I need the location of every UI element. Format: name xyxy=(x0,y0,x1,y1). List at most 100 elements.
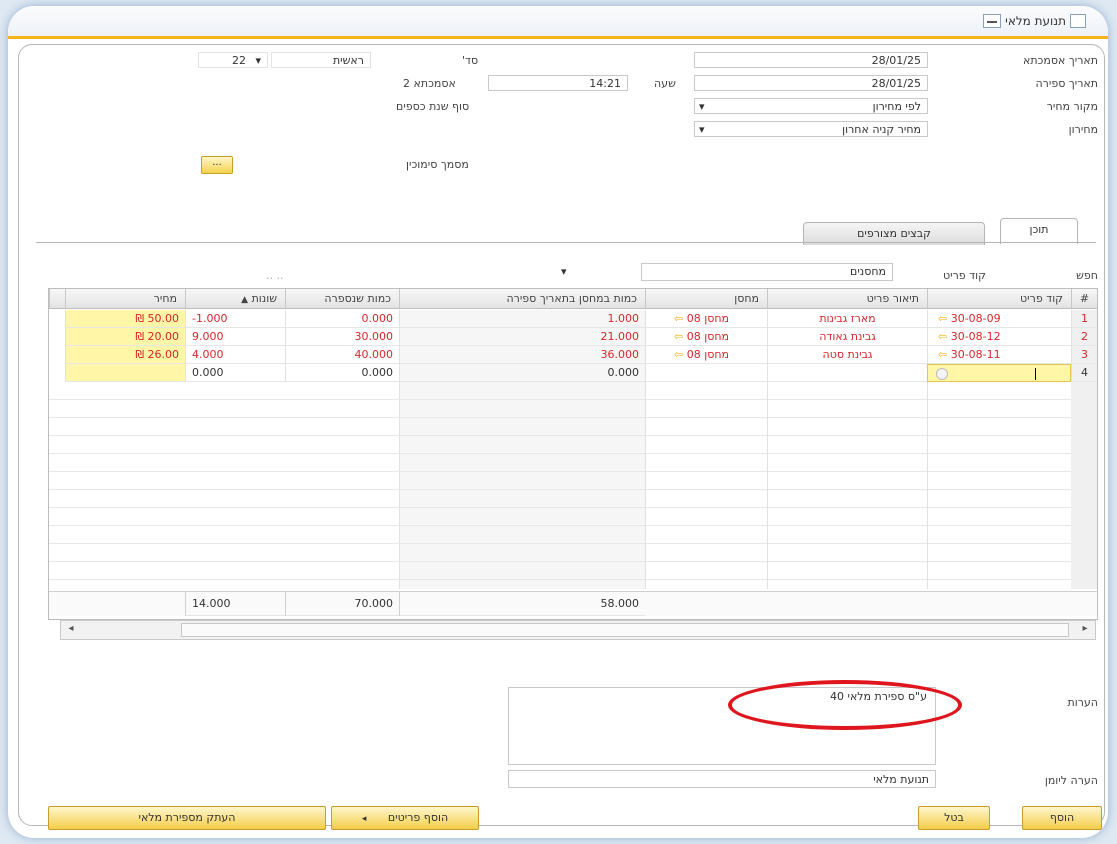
link-arrow-icon[interactable]: ⇦ xyxy=(938,312,947,325)
row-counted[interactable]: 40.000 xyxy=(285,346,399,364)
grid-lines xyxy=(49,382,1097,589)
link-arrow-icon[interactable]: ⇦ xyxy=(674,330,683,343)
table-row[interactable]: 3 ⇦ 30-08-11 גבינת סטה ⇦ מחסן 08 36.000 … xyxy=(49,346,1097,364)
row-description[interactable] xyxy=(767,364,927,382)
count-date-label: תאריך ספירה xyxy=(1035,77,1098,90)
row-qty-on-date: 1.000 xyxy=(399,310,645,328)
number-field[interactable]: 22 ▾ xyxy=(198,52,268,68)
add-items-button[interactable]: הוסף פריטים ◂ xyxy=(331,806,479,830)
link-arrow-icon[interactable]: ⇦ xyxy=(674,312,683,325)
table-row[interactable]: 2 ⇦ 30-08-12 גבינת גאודה ⇦ מחסן 08 21.00… xyxy=(49,328,1097,346)
window-icon xyxy=(1070,14,1086,28)
col-divider xyxy=(767,382,768,589)
link-arrow-icon[interactable]: ⇦ xyxy=(674,348,683,361)
doc-ref-button[interactable]: ... xyxy=(201,156,233,174)
row-counted[interactable]: 0.000 xyxy=(285,310,399,328)
link-arrow-icon[interactable]: ⇦ xyxy=(938,330,947,343)
row-item-code[interactable]: ⇦ 30-08-11 xyxy=(927,346,1071,364)
row-warehouse[interactable]: ⇦ מחסן 08 xyxy=(645,310,767,328)
row-variance: -1.000 xyxy=(185,310,285,328)
col-qty-on-date[interactable]: כמות במחסן בתאריך ספירה xyxy=(399,289,645,309)
time-field[interactable]: 14:21 xyxy=(488,75,628,91)
row-price[interactable] xyxy=(65,364,185,382)
scroll-thumb[interactable] xyxy=(181,623,1069,637)
filter-dots: .. .. xyxy=(266,269,284,282)
series-label: סד' xyxy=(462,54,479,67)
col-variance[interactable]: שונות ▲ xyxy=(185,289,285,309)
row-item-code-input[interactable] xyxy=(927,364,1071,382)
row-warehouse[interactable]: ⇦ מחסן 08 xyxy=(645,328,767,346)
journal-field[interactable]: תנועת מלאי xyxy=(508,770,936,788)
row-description[interactable]: מארז גבינות xyxy=(767,310,927,328)
scroll-left-icon[interactable]: ◂ xyxy=(63,622,79,636)
col-item-code[interactable]: קוד פריט xyxy=(927,289,1071,309)
price-list-dropdown[interactable]: מחיר קניה אחרון xyxy=(694,121,928,137)
number-dropdown-icon[interactable]: ▾ xyxy=(255,54,261,67)
doc-ref-label: מסמך סימוכין xyxy=(406,158,469,171)
col-price[interactable]: מחיר xyxy=(65,289,185,309)
circle-icon xyxy=(936,368,948,380)
table-row[interactable]: 4 0.000 0.000 0.000 xyxy=(49,364,1097,382)
remarks-textarea[interactable]: ע"ס ספירת מלאי 40 xyxy=(508,687,936,765)
tab-divider xyxy=(36,242,1096,243)
find-label: חפש xyxy=(1076,269,1098,282)
remarks-value: ע"ס ספירת מלאי 40 xyxy=(829,690,927,703)
row-variance: 4.000 xyxy=(185,346,285,364)
dropdown-arrow-icon[interactable]: ◂ xyxy=(362,814,367,824)
col-warehouse[interactable]: מחסן xyxy=(645,289,767,309)
scroll-right-icon[interactable]: ▸ xyxy=(1077,622,1093,636)
total-qty-on-date: 58.000 xyxy=(399,592,645,616)
col-row-handle xyxy=(49,289,65,309)
price-source-dropdown[interactable]: לפי מחירון xyxy=(694,98,928,114)
minimize-icon[interactable] xyxy=(983,14,1002,28)
count-date-field[interactable]: 28/01/25 xyxy=(694,75,928,91)
number-value: 22 xyxy=(231,54,246,67)
col-divider xyxy=(645,382,646,589)
variance-header-label: שונות xyxy=(251,292,277,305)
row-counted[interactable]: 30.000 xyxy=(285,328,399,346)
journal-label: הערה ליומן xyxy=(1044,774,1098,787)
series-dropdown[interactable]: ראשית xyxy=(271,52,371,68)
row-price[interactable]: ₪ 20.00 xyxy=(65,328,185,346)
total-counted: 70.000 xyxy=(285,592,399,616)
ref2-label: אסמכתא 2 xyxy=(403,77,456,90)
price-list-label: מחירון xyxy=(1068,123,1098,136)
totals-row: 58.000 70.000 14.000 xyxy=(49,591,1097,616)
row-num: 2 xyxy=(1071,328,1097,346)
series-value: ראשית xyxy=(332,54,364,67)
row-counted[interactable]: 0.000 xyxy=(285,364,399,382)
row-description[interactable]: גבינת גאודה xyxy=(767,328,927,346)
posting-date-field[interactable]: 28/01/25 xyxy=(694,52,928,68)
sort-asc-icon: ▲ xyxy=(241,295,249,305)
table-row[interactable]: 1 ⇦ 30-08-09 מארז גבינות ⇦ מחסן 08 1.000… xyxy=(49,310,1097,328)
row-qty-on-date: 21.000 xyxy=(399,328,645,346)
row-qty-on-date: 0.000 xyxy=(399,364,645,382)
col-num: # xyxy=(1071,289,1097,309)
row-warehouse[interactable]: ⇦ מחסן 08 xyxy=(645,346,767,364)
row-item-code[interactable]: ⇦ 30-08-09 xyxy=(927,310,1071,328)
copy-from-count-button[interactable]: העתק מספירת מלאי xyxy=(48,806,326,830)
add-button[interactable]: הוסף xyxy=(1022,806,1102,830)
window-frame: תנועת מלאי תאריך אסמכתא 28/01/25 תאריך ס… xyxy=(8,6,1108,838)
price-source-value: לפי מחירון xyxy=(872,100,921,113)
row-header-column xyxy=(1071,382,1097,589)
total-variance: 14.000 xyxy=(185,592,285,616)
title-bar: תנועת מלאי xyxy=(8,6,1108,39)
row-item-code[interactable]: ⇦ 30-08-12 xyxy=(927,328,1071,346)
row-description[interactable]: גבינת סטה xyxy=(767,346,927,364)
row-variance: 9.000 xyxy=(185,328,285,346)
link-arrow-icon[interactable]: ⇦ xyxy=(938,348,947,361)
row-price[interactable]: ₪ 26.00 xyxy=(65,346,185,364)
row-num: 1 xyxy=(1071,310,1097,328)
row-num: 3 xyxy=(1071,346,1097,364)
row-warehouse[interactable] xyxy=(645,364,767,382)
col-counted[interactable]: כמות שנספרה xyxy=(285,289,399,309)
warehouses-filter[interactable]: מחסנים xyxy=(641,263,893,281)
row-price[interactable]: ₪ 50.00 xyxy=(65,310,185,328)
horizontal-scrollbar[interactable]: ◂ ▸ xyxy=(60,620,1096,640)
tab-content[interactable]: תוכן xyxy=(1000,218,1078,244)
cancel-button[interactable]: בטל xyxy=(918,806,990,830)
warehouses-dropdown-icon[interactable]: ▾ xyxy=(561,265,567,278)
time-label: שעה xyxy=(654,77,676,90)
col-description[interactable]: תיאור פריט xyxy=(767,289,927,309)
